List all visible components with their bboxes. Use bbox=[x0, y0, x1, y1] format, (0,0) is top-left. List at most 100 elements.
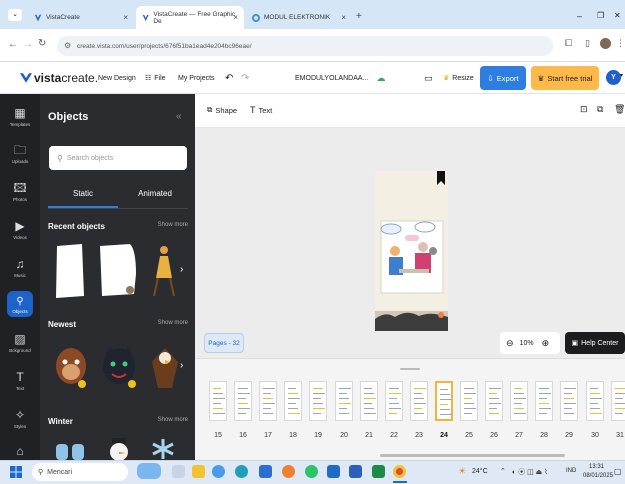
undo-icon[interactable]: ↶ bbox=[225, 62, 233, 94]
windows-start-icon[interactable] bbox=[10, 466, 22, 478]
new-tab-button[interactable]: + bbox=[356, 11, 362, 22]
tray-chevron-icon[interactable]: ⌃ bbox=[500, 467, 506, 475]
filmstrip-page-number[interactable]: 18 bbox=[284, 432, 302, 439]
tab-menu-button[interactable]: ⌄ bbox=[8, 9, 22, 21]
rail-item-background[interactable]: ▨ Bckground bbox=[0, 324, 40, 360]
filmstrip-page-thumb[interactable] bbox=[259, 381, 277, 421]
rail-item-videos[interactable]: ▶ Videos bbox=[0, 211, 40, 247]
browser-menu-icon[interactable]: ⋮ bbox=[616, 38, 625, 49]
sidepanel-icon[interactable]: ▯ bbox=[585, 38, 590, 49]
edge-icon[interactable] bbox=[235, 465, 248, 478]
filmstrip-page-number[interactable]: 19 bbox=[309, 432, 327, 439]
filmstrip-page-thumb[interactable] bbox=[611, 381, 625, 421]
recent-object-paper[interactable] bbox=[54, 244, 86, 298]
filmstrip-page-number[interactable]: 25 bbox=[460, 432, 478, 439]
firefox-icon[interactable] bbox=[282, 465, 295, 478]
close-tab-icon[interactable]: × bbox=[233, 13, 238, 22]
rail-item-photos[interactable]: 🖾 Photos bbox=[0, 173, 40, 209]
filmstrip-page-number[interactable]: 24 bbox=[435, 432, 453, 439]
rail-item-music[interactable]: ♫ Music bbox=[0, 249, 40, 285]
project-name[interactable]: EMODULYOLANDAA... ☁ bbox=[295, 62, 385, 94]
filmstrip-page-thumb[interactable] bbox=[510, 381, 528, 421]
rail-item-styles[interactable]: ✧ Styles bbox=[0, 400, 40, 436]
filmstrip-page-thumb[interactable] bbox=[335, 381, 353, 421]
forward-icon[interactable]: → bbox=[23, 39, 33, 50]
filmstrip-page-number[interactable]: 22 bbox=[385, 432, 403, 439]
weather-temp[interactable]: 24°C bbox=[472, 468, 488, 475]
my-projects-button[interactable]: My Projects bbox=[178, 62, 215, 94]
tab-animated[interactable]: Animated bbox=[120, 189, 190, 198]
filmstrip-page-thumb[interactable] bbox=[485, 381, 503, 421]
copilot-icon[interactable] bbox=[212, 465, 225, 478]
close-window-button[interactable]: ✕ bbox=[614, 11, 621, 20]
zoom-level[interactable]: 10% bbox=[520, 340, 534, 347]
tray-icons[interactable]: ◐ ⦿ ◫ ⏏ ⌇ bbox=[512, 467, 548, 477]
taskbar-search[interactable]: ⚲ Mencari bbox=[32, 463, 128, 481]
filmstrip-page-thumb[interactable] bbox=[234, 381, 252, 421]
new-design-button[interactable]: New Design bbox=[98, 62, 136, 94]
filmstrip-page-number[interactable]: 21 bbox=[360, 432, 378, 439]
filmstrip-page-number[interactable]: 15 bbox=[209, 432, 227, 439]
filmstrip-page-number[interactable]: 29 bbox=[560, 432, 578, 439]
excel-icon[interactable] bbox=[372, 465, 385, 478]
file-explorer-icon[interactable] bbox=[192, 465, 205, 478]
comments-icon[interactable]: ▭ bbox=[424, 62, 433, 94]
text-tool-button[interactable]: T Text bbox=[250, 105, 272, 115]
weather-icon[interactable]: ☀ bbox=[458, 466, 466, 477]
clock-time[interactable]: 13:31 bbox=[589, 464, 604, 470]
filmstrip-page-number[interactable]: 20 bbox=[335, 432, 353, 439]
filmstrip-page-thumb[interactable] bbox=[284, 381, 302, 421]
profile-icon[interactable] bbox=[600, 38, 611, 49]
vistacreate-logo[interactable]: vista create. bbox=[20, 62, 98, 94]
restore-button[interactable]: ❐ bbox=[597, 11, 604, 20]
tab-static[interactable]: Static bbox=[48, 189, 118, 198]
file-menu-button[interactable]: ☷ File bbox=[145, 62, 166, 94]
filmstrip-drag-handle[interactable] bbox=[400, 368, 420, 370]
help-center-button[interactable]: ▣ Help Center bbox=[565, 332, 625, 354]
whatsapp-icon[interactable] bbox=[305, 465, 318, 478]
word-icon[interactable] bbox=[349, 465, 362, 478]
newest-object-panther[interactable] bbox=[100, 344, 138, 390]
pages-button[interactable]: Pages - 32 bbox=[204, 333, 244, 353]
chrome-taskbar-icon[interactable] bbox=[393, 465, 406, 478]
minimize-button[interactable]: – bbox=[577, 11, 582, 21]
tab-modul-elektronik[interactable]: MODUL ELEKTRONIK × bbox=[246, 6, 352, 29]
filmstrip-scrollbar[interactable] bbox=[380, 454, 565, 457]
tab-vistacreate[interactable]: VistaCreate × bbox=[28, 6, 134, 29]
filmstrip-page-thumb[interactable] bbox=[209, 381, 227, 421]
rail-item-text[interactable]: T Text bbox=[0, 362, 40, 398]
resize-button[interactable]: ♛ Resize bbox=[443, 62, 474, 94]
filmstrip-page-thumb[interactable] bbox=[586, 381, 604, 421]
newest-object-eagle[interactable] bbox=[150, 344, 180, 390]
collapse-panel-icon[interactable]: « bbox=[176, 111, 182, 122]
redo-icon[interactable]: ↷ bbox=[241, 62, 249, 94]
export-button[interactable]: ⇩ Export bbox=[480, 66, 526, 90]
show-more-link[interactable]: Show more bbox=[158, 320, 188, 326]
filmstrip-page-thumb[interactable] bbox=[360, 381, 378, 421]
duplicate-page-icon[interactable]: ⧉ bbox=[597, 104, 603, 115]
url-bar[interactable]: ⚙ create.vista.com/user/projects/676f51b… bbox=[57, 36, 553, 56]
rail-item-uploads[interactable]: 🗀 Uploads bbox=[0, 135, 40, 171]
filmstrip-page-number[interactable]: 26 bbox=[485, 432, 503, 439]
chevron-right-icon[interactable]: › bbox=[180, 264, 183, 275]
filmstrip-page-number[interactable]: 28 bbox=[535, 432, 553, 439]
site-info-icon[interactable]: ⚙ bbox=[64, 41, 71, 50]
filmstrip-page-number[interactable]: 16 bbox=[234, 432, 252, 439]
reload-icon[interactable]: ↻ bbox=[38, 38, 46, 49]
back-icon[interactable]: ← bbox=[8, 39, 18, 50]
filmstrip-page-thumb[interactable] bbox=[560, 381, 578, 421]
close-tab-icon[interactable]: × bbox=[341, 13, 346, 22]
extensions-icon[interactable]: ⧠ bbox=[565, 38, 572, 49]
filmstrip-page-number[interactable]: 30 bbox=[586, 432, 604, 439]
clock-date[interactable]: 08/01/2025 bbox=[583, 473, 613, 479]
filmstrip-page-thumb[interactable] bbox=[410, 381, 428, 421]
filmstrip-page-thumb[interactable] bbox=[309, 381, 327, 421]
language-indicator[interactable]: IND bbox=[566, 468, 576, 474]
filmstrip-page-thumb[interactable] bbox=[385, 381, 403, 421]
tab-vistacreate-editor[interactable]: VistaCreate — Free Graphic De × bbox=[136, 6, 244, 29]
search-objects-input[interactable]: ⚲ Search objects bbox=[49, 146, 187, 170]
chevron-down-icon[interactable]: ▾ bbox=[620, 72, 623, 79]
design-page[interactable] bbox=[375, 171, 448, 331]
recent-object-card[interactable] bbox=[98, 244, 138, 296]
filmstrip-page-number[interactable]: 31 bbox=[611, 432, 625, 439]
